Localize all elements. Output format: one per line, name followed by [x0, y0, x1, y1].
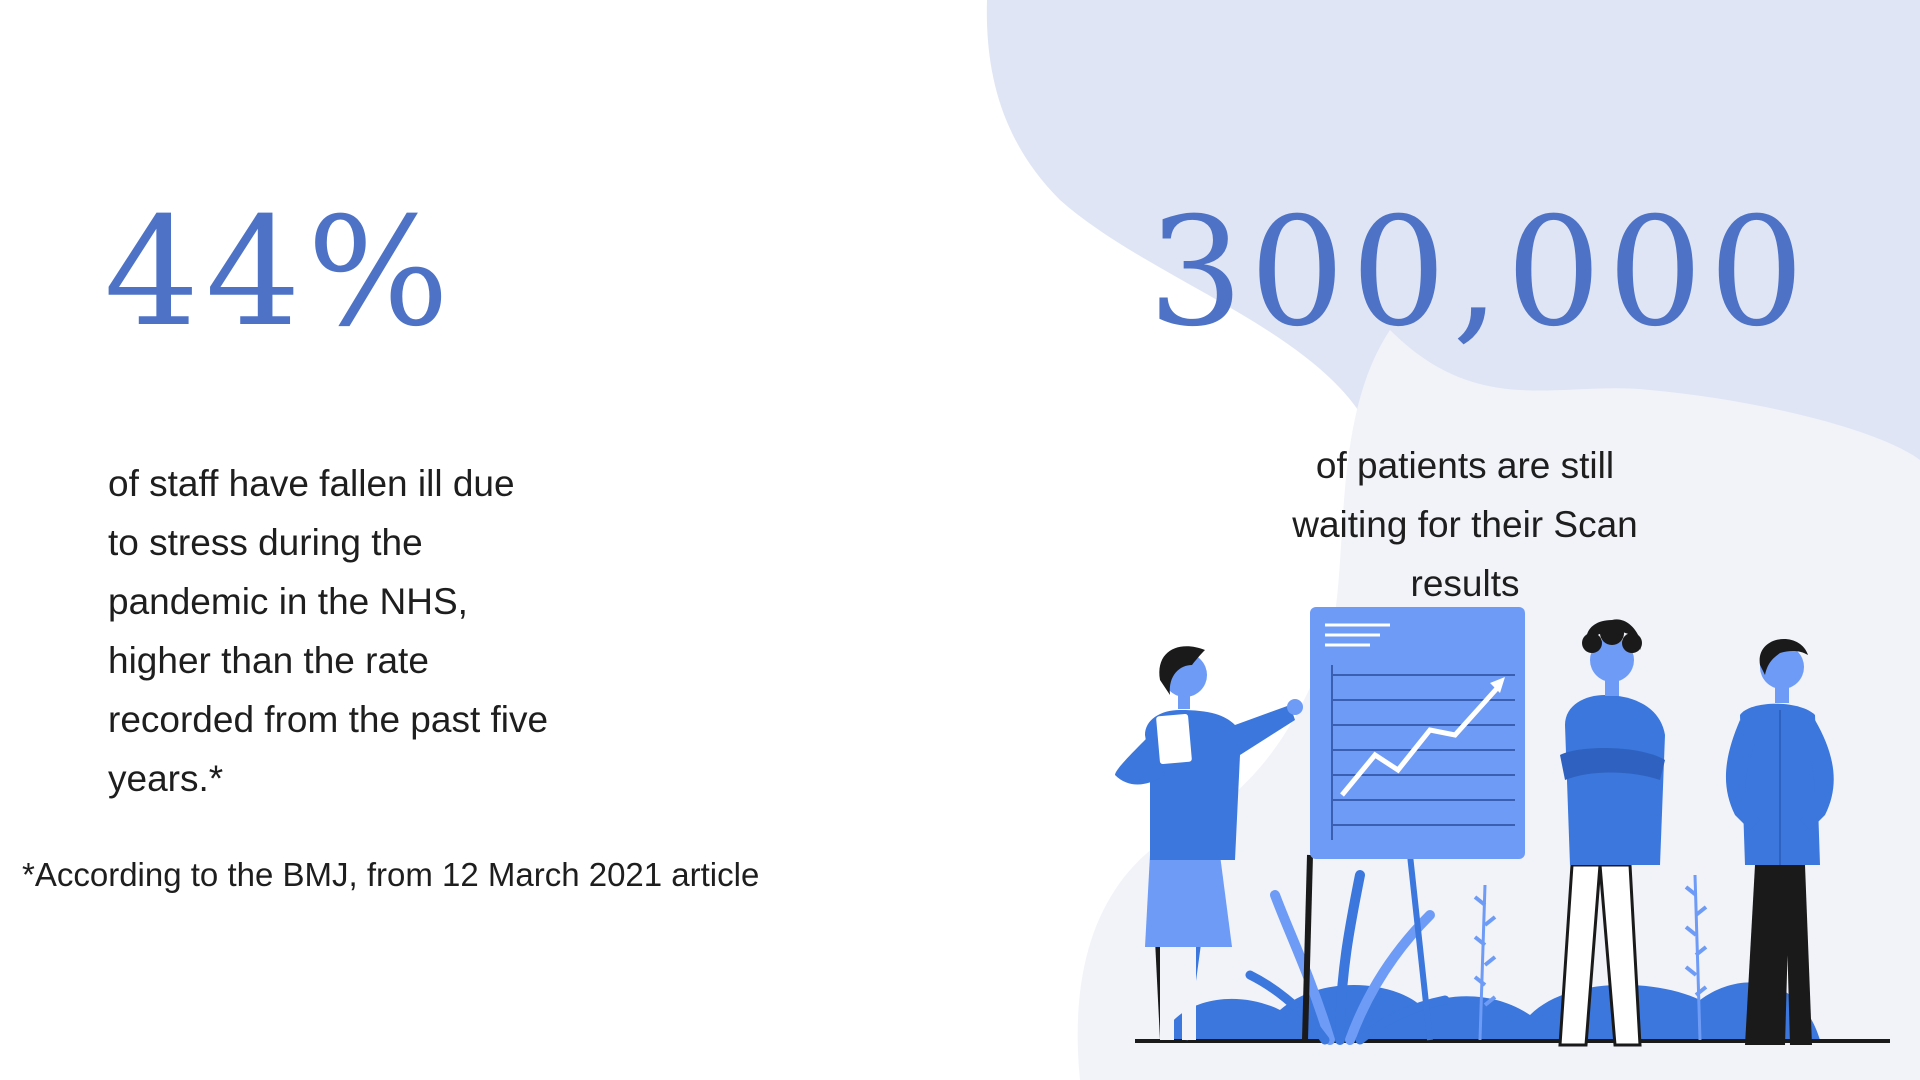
patients-waiting-count: 300,000: [1148, 186, 1811, 360]
woman-with-clipboard-icon: [1115, 646, 1303, 1040]
staff-ill-percentage: 44%: [104, 186, 456, 360]
presentation-illustration: [1115, 607, 1890, 1047]
source-footnote: *According to the BMJ, from 12 March 202…: [22, 856, 760, 893]
patients-waiting-description: of patients are still waiting for their …: [1292, 445, 1638, 604]
staff-ill-description: of staff have fallen ill due to stress d…: [108, 463, 549, 799]
man-arms-crossed-icon: [1558, 619, 1665, 1047]
